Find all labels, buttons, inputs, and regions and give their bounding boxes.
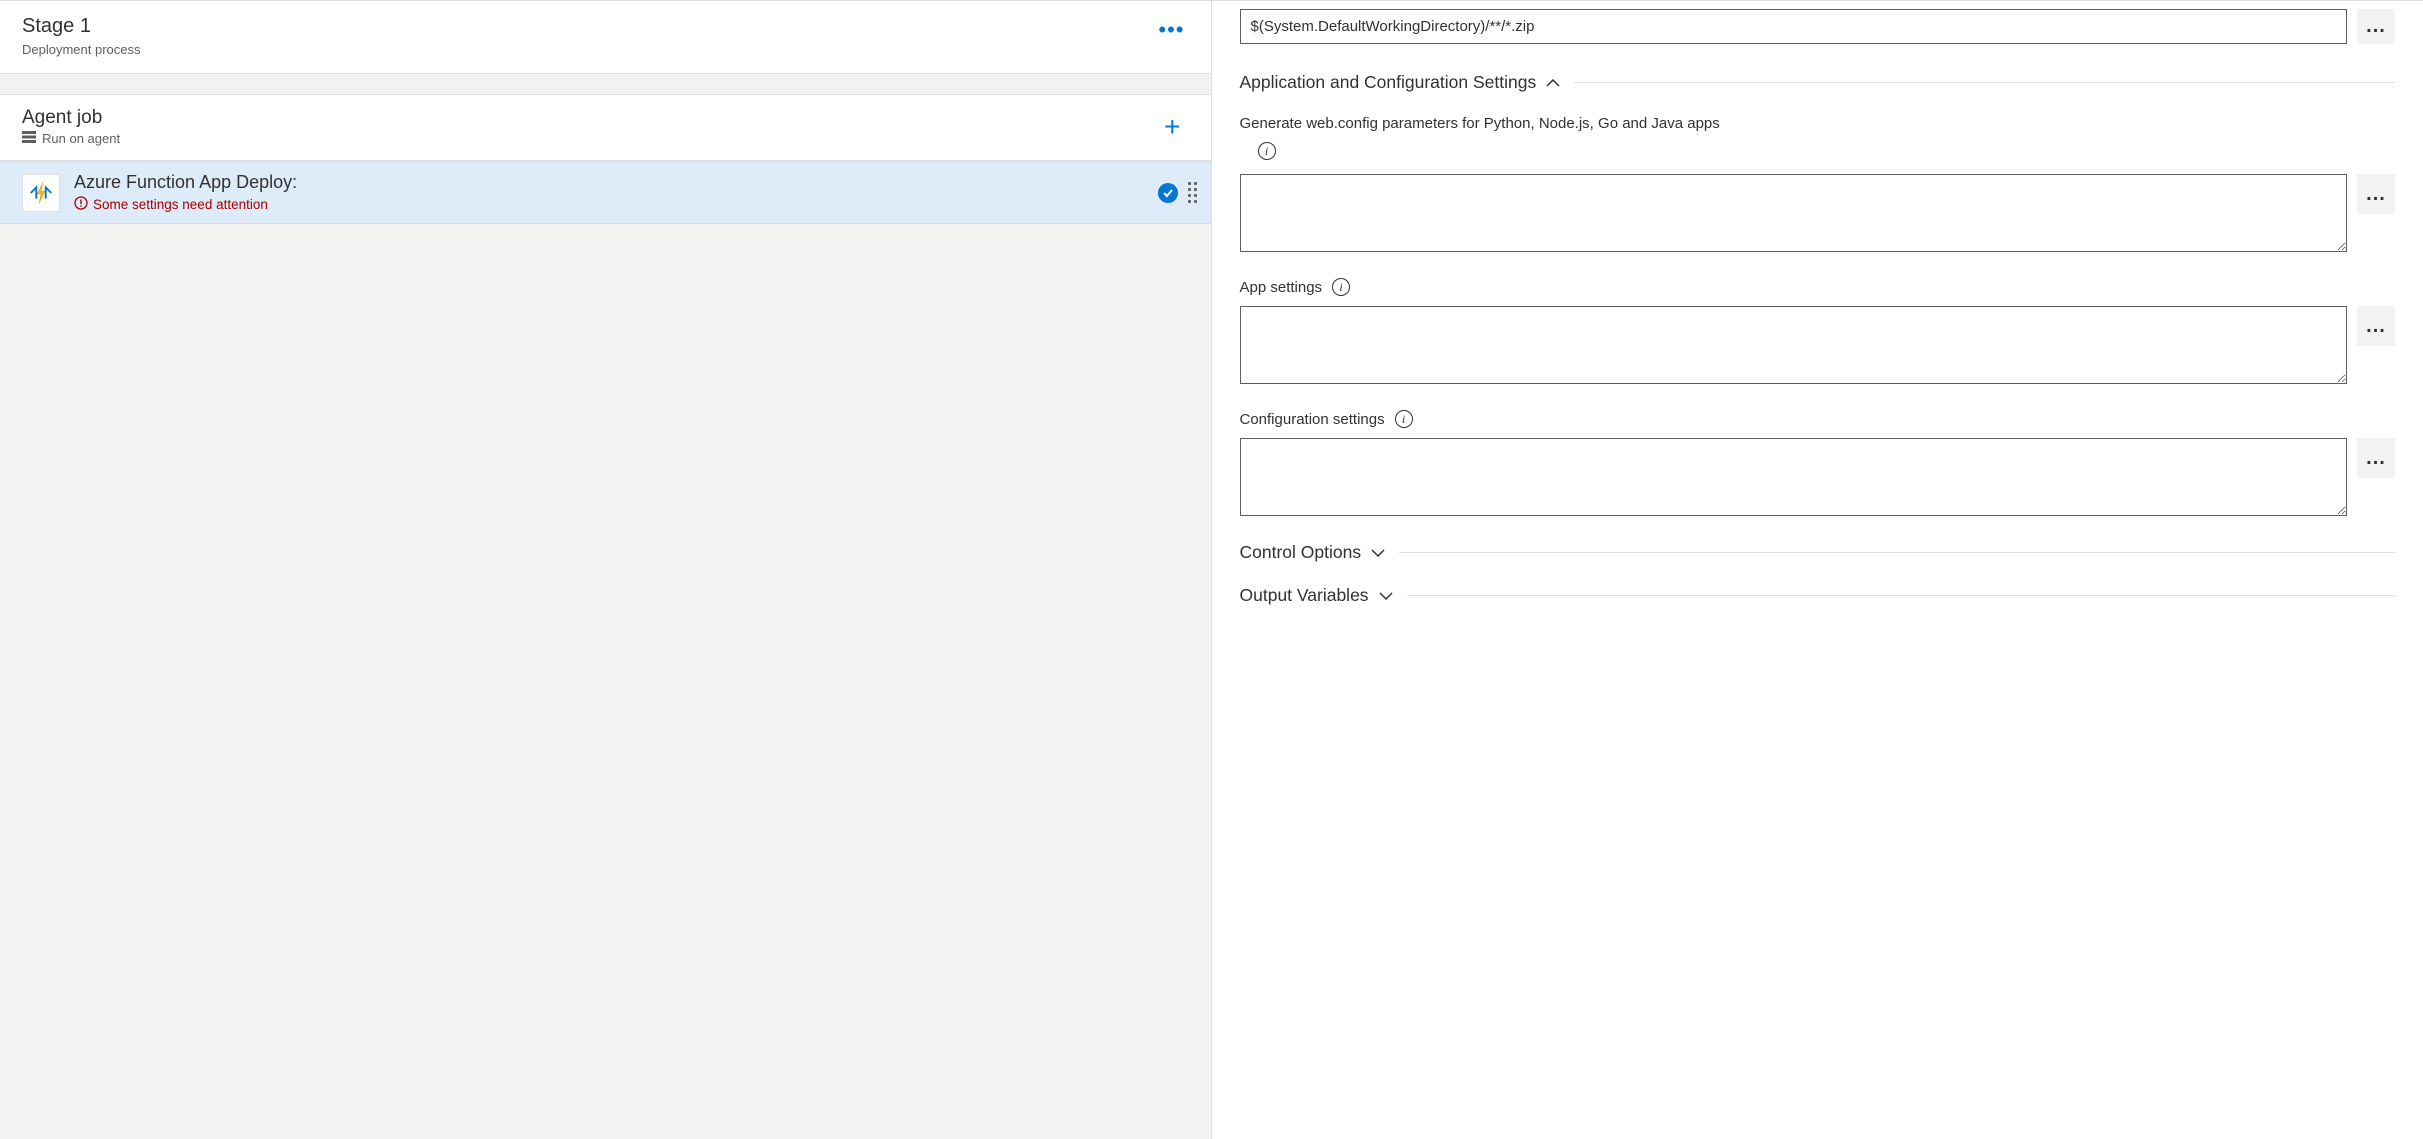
- agent-job-subtitle: Run on agent: [42, 131, 120, 146]
- task-selected-icon: [1158, 183, 1178, 203]
- info-icon[interactable]: i: [1258, 142, 1276, 160]
- configsettings-browse-button[interactable]: ...: [2357, 438, 2395, 478]
- appsettings-group: App settings i ...: [1240, 278, 2396, 384]
- package-browse-button[interactable]: ...: [2357, 9, 2395, 44]
- stage-more-button[interactable]: •••: [1152, 15, 1190, 45]
- section-output-variables-title: Output Variables: [1240, 585, 1369, 606]
- section-control-options-header[interactable]: Control Options: [1240, 542, 2396, 563]
- warning-icon: [74, 196, 88, 213]
- section-app-config-title: Application and Configuration Settings: [1240, 72, 1537, 93]
- appsettings-browse-button[interactable]: ...: [2357, 306, 2395, 346]
- appsettings-label: App settings: [1240, 279, 1323, 296]
- server-icon: [22, 131, 36, 146]
- appsettings-input[interactable]: [1240, 306, 2348, 384]
- webconfig-input[interactable]: [1240, 174, 2348, 252]
- info-icon[interactable]: i: [1332, 278, 1350, 296]
- webconfig-browse-button[interactable]: ...: [2357, 174, 2395, 214]
- azure-function-icon: [22, 174, 60, 212]
- agent-job-row[interactable]: Agent job Run on agent +: [0, 94, 1211, 161]
- section-control-options-title: Control Options: [1240, 542, 1362, 563]
- chevron-down-icon: [1379, 588, 1393, 604]
- tasks-pane: Stage 1 Deployment process ••• Agent job…: [0, 1, 1212, 1139]
- task-settings-pane: ... Application and Configuration Settin…: [1212, 1, 2423, 1139]
- stage-subtitle: Deployment process: [22, 42, 141, 57]
- webconfig-group: Generate web.config parameters for Pytho…: [1240, 115, 2396, 252]
- task-title: Azure Function App Deploy:: [74, 172, 1144, 193]
- package-field-row: ...: [1240, 9, 2396, 44]
- webconfig-label: Generate web.config parameters for Pytho…: [1240, 115, 1720, 132]
- configsettings-input[interactable]: [1240, 438, 2348, 516]
- agent-job-title: Agent job: [22, 107, 120, 129]
- task-row-azure-function-deploy[interactable]: Azure Function App Deploy: Some settings…: [0, 161, 1211, 224]
- task-warning-text: Some settings need attention: [93, 197, 268, 212]
- info-icon[interactable]: i: [1395, 410, 1413, 428]
- add-task-button[interactable]: +: [1154, 109, 1190, 145]
- chevron-down-icon: [1371, 545, 1385, 561]
- chevron-up-icon: [1546, 75, 1560, 91]
- stage-title: Stage 1: [22, 15, 141, 38]
- section-output-variables-header[interactable]: Output Variables: [1240, 585, 2396, 606]
- drag-handle[interactable]: [1188, 182, 1197, 203]
- package-path-input[interactable]: [1240, 9, 2348, 44]
- stage-header[interactable]: Stage 1 Deployment process •••: [0, 1, 1211, 74]
- section-app-config-header[interactable]: Application and Configuration Settings: [1240, 72, 2396, 93]
- configsettings-group: Configuration settings i ...: [1240, 410, 2396, 516]
- configsettings-label: Configuration settings: [1240, 411, 1385, 428]
